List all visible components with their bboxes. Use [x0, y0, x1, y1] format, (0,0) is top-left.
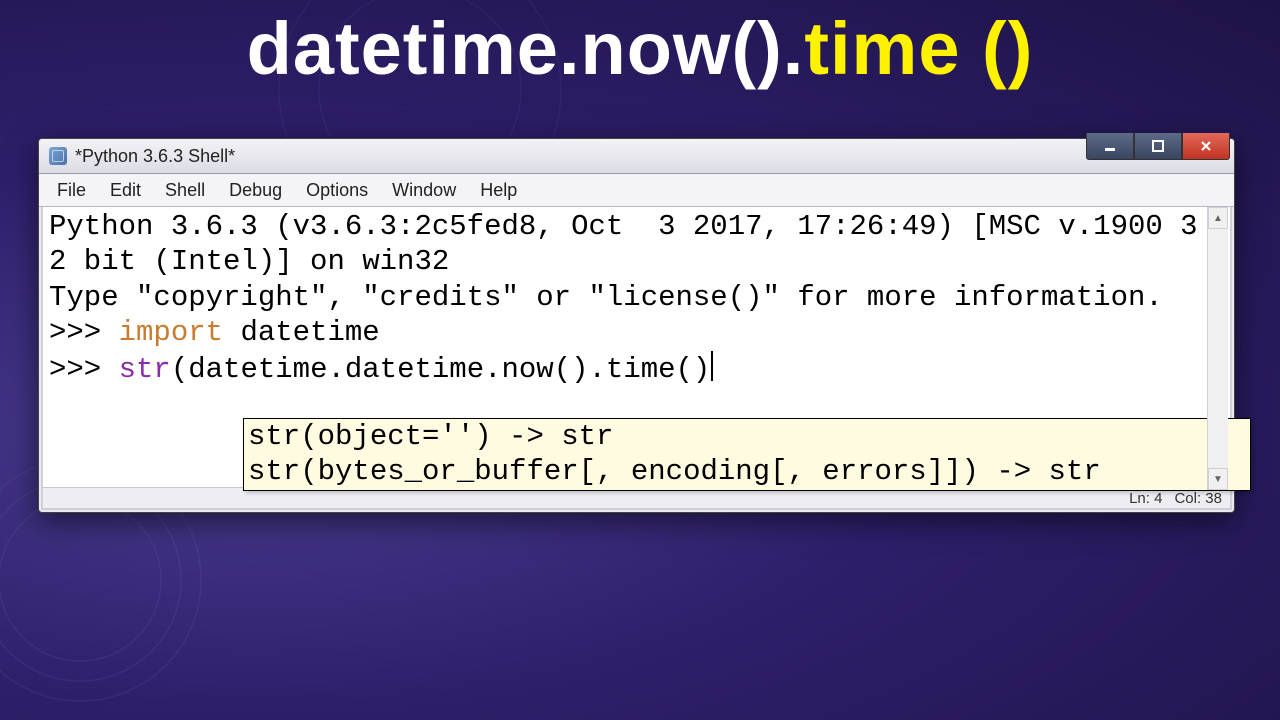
- tooltip-line2: str(bytes_or_buffer[, encoding[, errors]…: [248, 455, 1101, 488]
- minimize-button[interactable]: [1086, 133, 1134, 160]
- menu-file[interactable]: File: [45, 176, 98, 205]
- window-title: *Python 3.6.3 Shell*: [75, 146, 235, 167]
- vertical-scrollbar[interactable]: ▲ ▼: [1207, 207, 1228, 490]
- menu-help[interactable]: Help: [468, 176, 529, 205]
- text-cursor: [711, 351, 713, 381]
- shell-body: Python 3.6.3 (v3.6.3:2c5fed8, Oct 3 2017…: [41, 207, 1232, 510]
- shell-editor[interactable]: Python 3.6.3 (v3.6.3:2c5fed8, Oct 3 2017…: [43, 207, 1230, 487]
- menubar: File Edit Shell Debug Options Window Hel…: [39, 174, 1234, 207]
- call-tip: str(object='') -> str str(bytes_or_buffe…: [243, 418, 1251, 491]
- scrollbar-up-arrow-icon[interactable]: ▲: [1208, 207, 1228, 229]
- menu-shell[interactable]: Shell: [153, 176, 217, 205]
- idle-window: *Python 3.6.3 Shell* File Edit Shell Deb…: [38, 138, 1235, 513]
- code1-rest: datetime: [223, 316, 380, 349]
- headline-part2: time (): [804, 7, 1033, 90]
- menu-debug[interactable]: Debug: [217, 176, 294, 205]
- window-buttons: [1086, 133, 1230, 160]
- tooltip-line1: str(object='') -> str: [248, 420, 613, 453]
- status-line: Ln: 4: [1129, 490, 1162, 507]
- menu-options[interactable]: Options: [294, 176, 380, 205]
- status-col: Col: 38: [1174, 490, 1222, 507]
- idle-app-icon: [49, 147, 67, 165]
- builtin-str: str: [119, 353, 171, 386]
- keyword-import: import: [119, 316, 223, 349]
- titlebar[interactable]: *Python 3.6.3 Shell*: [39, 139, 1234, 174]
- maximize-button[interactable]: [1134, 133, 1182, 160]
- banner-line2: Type "copyright", "credits" or "license(…: [49, 281, 1163, 314]
- banner-line1: Python 3.6.3 (v3.6.3:2c5fed8, Oct 3 2017…: [49, 210, 1198, 278]
- scrollbar-down-arrow-icon[interactable]: ▼: [1208, 468, 1228, 490]
- menu-edit[interactable]: Edit: [98, 176, 153, 205]
- headline-part1: datetime.now().: [247, 7, 805, 90]
- close-button[interactable]: [1182, 133, 1230, 160]
- prompt-1: >>>: [49, 316, 119, 349]
- prompt-2: >>>: [49, 353, 119, 386]
- code2-rest: (datetime.datetime.now().time(): [171, 353, 711, 386]
- menu-window[interactable]: Window: [380, 176, 468, 205]
- slide-headline: datetime.now().time (): [0, 6, 1280, 91]
